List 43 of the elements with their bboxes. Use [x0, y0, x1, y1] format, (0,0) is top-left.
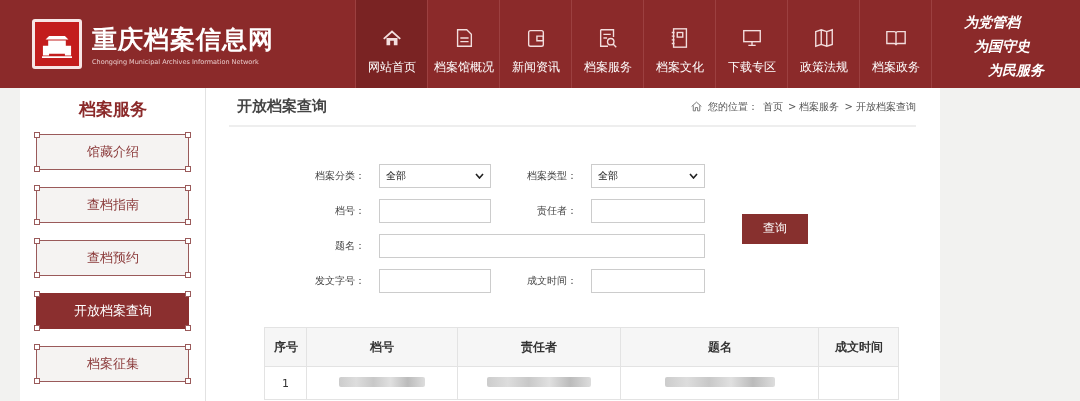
input-field[interactable] — [379, 269, 491, 293]
column-header: 档号 — [306, 327, 458, 367]
field-label: 责任者： — [536, 204, 578, 218]
field-label: 发文字号： — [314, 274, 366, 288]
field-label: 档案分类： — [314, 169, 366, 183]
nav-item[interactable]: 网站首页 — [355, 0, 427, 88]
sidebar-item[interactable]: 开放档案查询 — [36, 293, 189, 329]
field-label: 成文时间： — [526, 274, 578, 288]
search-button[interactable]: 查询 — [742, 213, 808, 244]
table-cell: 1 — [264, 366, 307, 400]
logo-icon — [32, 19, 82, 69]
breadcrumb-link[interactable]: > 开放档案查询 — [844, 99, 916, 114]
breadcrumb-link[interactable]: 首页 — [762, 99, 783, 114]
input-field[interactable] — [591, 269, 705, 293]
input-field[interactable] — [379, 199, 491, 223]
breadcrumb-link[interactable]: > 档案服务 — [787, 99, 840, 114]
sidebar-item[interactable]: 馆藏介绍 — [36, 134, 189, 170]
column-header: 题名 — [620, 327, 819, 367]
column-header: 序号 — [264, 327, 307, 367]
sidebar-title: 档案服务 — [78, 98, 147, 121]
page-title: 开放档案查询 — [237, 97, 327, 116]
field-label: 档号： — [334, 204, 366, 218]
chevron-down-icon — [475, 173, 484, 179]
column-header: 责任者 — [457, 327, 621, 367]
input-field[interactable] — [379, 234, 705, 258]
breadcrumb-label: 您的位置： — [707, 99, 758, 114]
chevron-down-icon — [689, 173, 698, 179]
slogan-text: 为民服务 — [988, 61, 1046, 80]
slogan-text: 为国守史 — [974, 37, 1031, 56]
field-label: 档案类型： — [526, 169, 578, 183]
map-icon — [812, 27, 835, 49]
home-icon — [689, 100, 703, 113]
site-title: 重庆档案信息网 — [92, 23, 274, 56]
slogan-text: 为党管档 — [964, 13, 1023, 32]
select-field[interactable]: 全部 — [591, 164, 705, 188]
sidebar-item[interactable]: 档案征集 — [36, 346, 189, 382]
sidebar-item[interactable]: 查档指南 — [36, 187, 189, 223]
select-field[interactable]: 全部 — [379, 164, 491, 188]
input-field[interactable] — [591, 199, 705, 223]
column-header: 成文时间 — [818, 327, 899, 367]
sidebar-item[interactable]: 查档预约 — [36, 240, 189, 276]
monitor-icon — [740, 27, 763, 49]
field-label: 题名： — [334, 239, 366, 253]
